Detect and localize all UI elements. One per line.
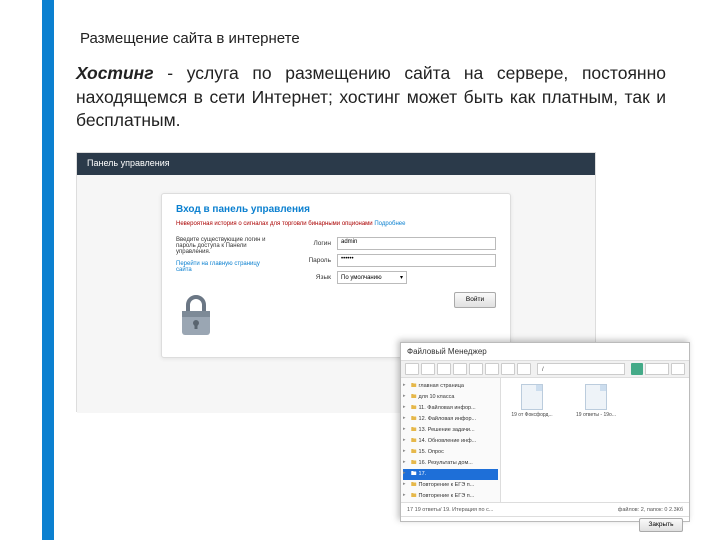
login-label: Логин: [286, 240, 331, 247]
accent-bar: [42, 0, 54, 540]
folder-icon: 🖿: [411, 438, 417, 444]
fm-close-button[interactable]: Закрыть: [639, 518, 683, 532]
fm-tree-node[interactable]: 🖿11. Файловая инфор...: [403, 403, 498, 414]
folder-icon: 🖿: [411, 460, 417, 466]
folder-icon: 🖿: [411, 482, 417, 488]
fm-tree-node[interactable]: 🖿для 10 класса: [403, 392, 498, 403]
fm-status-bar: 17 19 ответы/ 19. Итерация по с... файло…: [401, 502, 689, 516]
folder-icon: 🖿: [411, 427, 417, 433]
folder-icon: 🖿: [411, 405, 417, 411]
fm-tree-node[interactable]: 🖿главная страница: [403, 381, 498, 392]
term: Хостинг: [76, 63, 154, 83]
slide-title: Размещение сайта в интернете: [80, 30, 300, 47]
lang-value: По умолчанию: [341, 275, 382, 281]
fm-status-left: 17 19 ответы/ 19. Итерация по с...: [407, 507, 493, 513]
fm-search-input[interactable]: [645, 363, 669, 375]
login-button[interactable]: Войти: [454, 292, 496, 308]
folder-icon: 🖿: [411, 394, 417, 400]
folder-icon: 🖿: [411, 493, 417, 499]
fm-title: Файловый Менеджер: [401, 343, 689, 360]
file-icon: [585, 384, 607, 410]
fm-tree-node[interactable]: 🖿13. Решение задачи...: [403, 425, 498, 436]
login-left-col: Введите существующие логин и пароль дост…: [176, 237, 276, 341]
fm-tree-node[interactable]: 🖿Повторение к ЕГЭ п...: [403, 480, 498, 491]
fm-tree-node[interactable]: 🖿15. Опрос: [403, 447, 498, 458]
folder-icon: 🖿: [411, 416, 417, 422]
fm-status-right: файлов: 2, папок: 0 2.3Кб: [618, 507, 683, 513]
alert-link[interactable]: Подробнее: [374, 221, 405, 227]
fm-footer: Закрыть: [401, 516, 689, 534]
fm-file-item[interactable]: 19 от Фоксфорд...: [507, 384, 557, 496]
fm-tree[interactable]: 🖿главная страница🖿для 10 класса🖿11. Файл…: [401, 378, 501, 502]
folder-icon: 🖿: [411, 471, 417, 477]
fm-path-input[interactable]: /: [537, 363, 625, 375]
home-link[interactable]: Перейти на главную страницу сайта: [176, 261, 276, 273]
fm-tree-node[interactable]: 🖿Повторение к ЕГЭ п...: [403, 491, 498, 502]
fm-tool-3[interactable]: [437, 363, 451, 375]
lang-label: Язык: [286, 274, 331, 281]
lock-icon: [176, 291, 216, 339]
login-alert: Невероятная история о сигналах для торго…: [176, 221, 496, 227]
fm-tool-5[interactable]: [469, 363, 483, 375]
password-label: Пароль: [286, 257, 331, 264]
fm-tool-2[interactable]: [421, 363, 435, 375]
body-text: Хостинг - услуга по размещению сайта на …: [76, 62, 666, 133]
folder-icon: 🖿: [411, 383, 417, 389]
fm-go-button[interactable]: [631, 363, 643, 375]
fm-file-pane[interactable]: 19 от Фоксфорд... 19 ответы - 19о...: [501, 378, 689, 502]
fm-tree-node[interactable]: 🖿16. Результаты дом...: [403, 458, 498, 469]
login-form: Логин admin Пароль •••••• Язык По умолча…: [286, 237, 496, 341]
fm-tree-node[interactable]: 🖿12. Файловая инфор...: [403, 414, 498, 425]
file-manager-screenshot: Файловый Менеджер / 🖿главная страница🖿дл…: [400, 342, 690, 522]
fm-file-item[interactable]: 19 ответы - 19о...: [571, 384, 621, 496]
fm-tool-4[interactable]: [453, 363, 467, 375]
password-input[interactable]: ••••••: [337, 254, 496, 267]
fm-tool-7[interactable]: [501, 363, 515, 375]
fm-tool-6[interactable]: [485, 363, 499, 375]
lang-select[interactable]: По умолчанию ▾: [337, 271, 407, 284]
folder-icon: 🖿: [411, 449, 417, 455]
login-hint: Введите существующие логин и пароль дост…: [176, 237, 276, 255]
fm-search-button[interactable]: [671, 363, 685, 375]
definition: - услуга по размещению сайта на сервере,…: [76, 63, 666, 130]
cp-header: Панель управления: [77, 153, 595, 175]
login-card: Вход в панель управления Невероятная ист…: [161, 193, 511, 358]
fm-tree-node[interactable]: 🖿17.: [403, 469, 498, 480]
file-icon: [521, 384, 543, 410]
fm-toolbar: /: [401, 360, 689, 378]
login-card-title: Вход в панель управления: [176, 204, 496, 215]
fm-tool-8[interactable]: [517, 363, 531, 375]
login-input[interactable]: admin: [337, 237, 496, 250]
chevron-down-icon: ▾: [400, 274, 403, 281]
fm-tool-1[interactable]: [405, 363, 419, 375]
fm-tree-node[interactable]: 🖿14. Обновление инф...: [403, 436, 498, 447]
alert-text: Невероятная история о сигналах для торго…: [176, 221, 373, 227]
